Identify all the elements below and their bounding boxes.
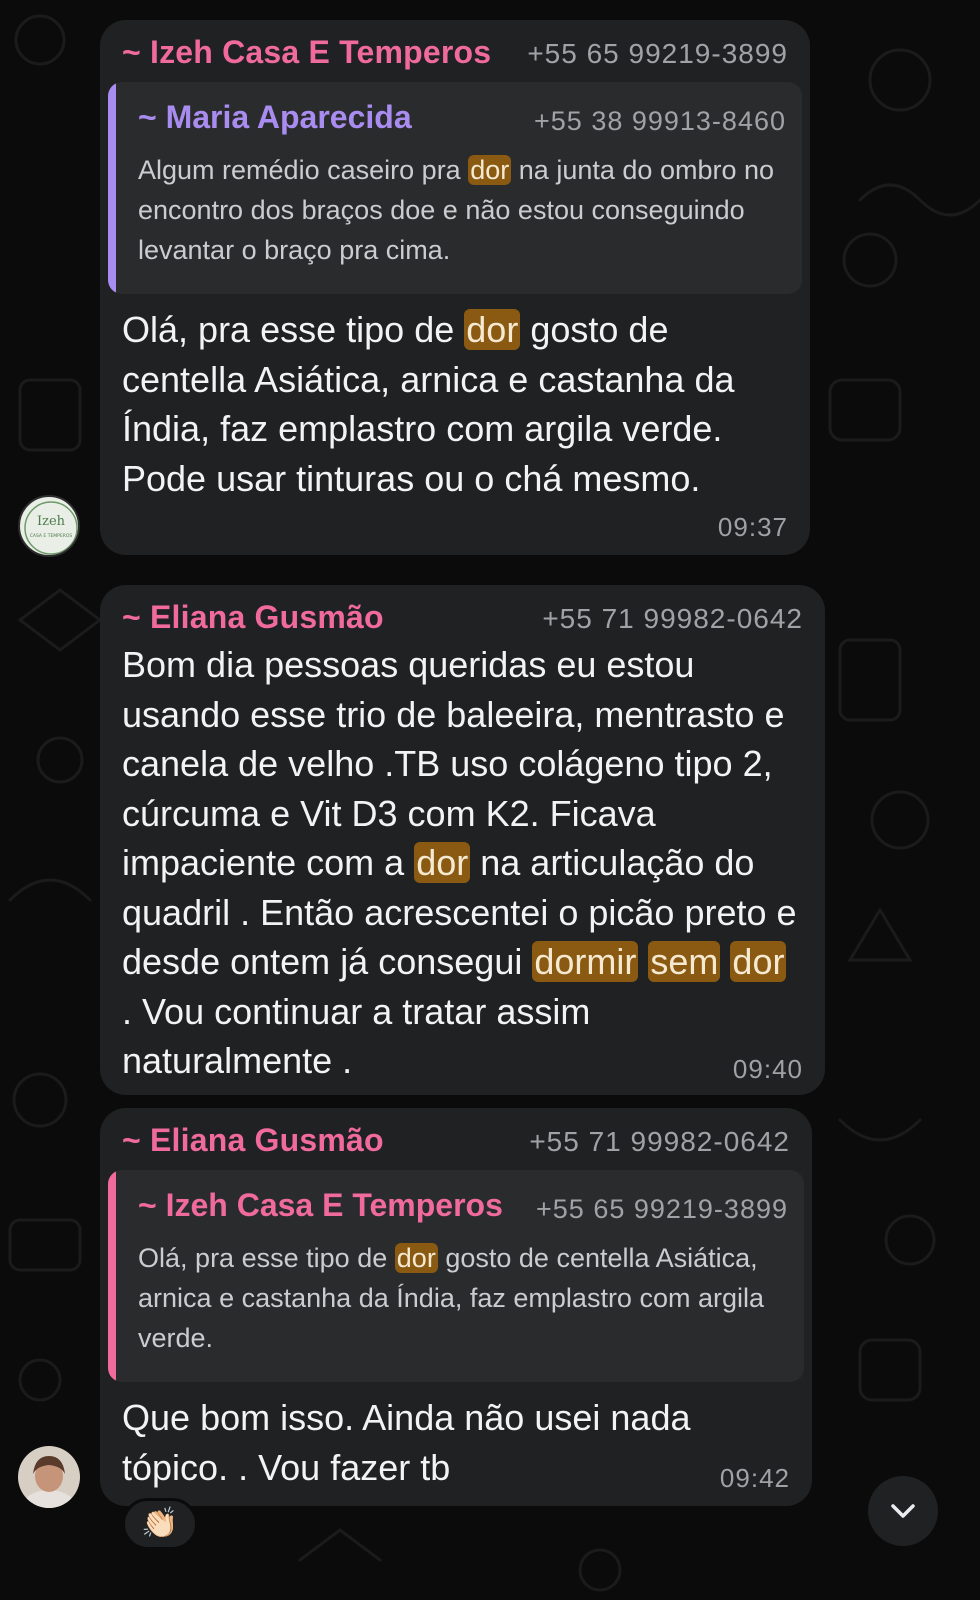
quote-accent-bar — [108, 82, 116, 294]
message-header: ~ Eliana Gusmão +55 71 99982-0642 — [122, 595, 803, 639]
reaction-badge[interactable]: 👏🏻 — [122, 1498, 198, 1550]
user-photo-icon — [18, 1446, 80, 1508]
search-highlight: dor — [414, 842, 471, 883]
scroll-to-bottom-button[interactable] — [868, 1476, 938, 1546]
message-time: 09:40 — [732, 1054, 803, 1084]
message-text: Olá, pra esse tipo de dor gosto de cente… — [122, 309, 735, 499]
message-time: 09:42 — [719, 1463, 790, 1493]
message-header: ~ Izeh Casa E Temperos +55 65 99219-3899 — [122, 30, 788, 74]
quoted-sender-phone: +55 65 99219-3899 — [536, 1194, 788, 1224]
search-highlight: dor — [464, 309, 521, 350]
search-highlight: dor — [730, 941, 787, 982]
chevron-down-icon — [891, 1504, 915, 1518]
svg-text:Izeh: Izeh — [37, 514, 66, 529]
search-highlight: dormir — [532, 941, 639, 982]
clapping-hands-icon: 👏🏻 — [141, 1507, 179, 1540]
message-time: 09:37 — [717, 512, 788, 542]
message-bubble[interactable]: ~ Eliana Gusmão +55 71 99982-0642 Bom di… — [100, 585, 825, 1095]
sender-phone: +55 71 99982-0642 — [542, 603, 803, 634]
quoted-message[interactable]: ~ Maria Aparecida +55 38 99913-8460 Algu… — [108, 82, 802, 294]
search-highlight: dor — [394, 1243, 438, 1273]
sender-name[interactable]: ~ Eliana Gusmão — [122, 1118, 384, 1162]
search-highlight: sem — [648, 941, 721, 982]
quoted-message[interactable]: ~ Izeh Casa E Temperos +55 65 99219-3899… — [108, 1170, 804, 1382]
search-highlight: dor — [468, 155, 512, 185]
quoted-text: Algum remédio caseiro pra dor na junta d… — [138, 155, 775, 265]
sender-name[interactable]: ~ Eliana Gusmão — [122, 595, 384, 639]
message-bubble[interactable]: ~ Eliana Gusmão +55 71 99982-0642 ~ Izeh… — [100, 1108, 812, 1506]
sender-phone: +55 71 99982-0642 — [529, 1126, 790, 1157]
quoted-text: Olá, pra esse tipo de dor gosto de cente… — [138, 1243, 765, 1353]
quoted-sender-name: ~ Maria Aparecida — [138, 99, 412, 135]
avatar[interactable] — [18, 1446, 80, 1508]
avatar[interactable]: Izeh CASA E TEMPEROS — [18, 495, 80, 557]
sender-phone: +55 65 99219-3899 — [527, 38, 788, 69]
quoted-sender-phone: +55 38 99913-8460 — [534, 106, 786, 136]
quoted-sender-name: ~ Izeh Casa E Temperos — [138, 1187, 503, 1223]
message-text: Que bom isso. Ainda não usei nada tópico… — [122, 1397, 691, 1488]
svg-text:CASA E TEMPEROS: CASA E TEMPEROS — [30, 533, 73, 539]
sender-name[interactable]: ~ Izeh Casa E Temperos — [122, 30, 491, 74]
message-text: Bom dia pessoas queridas eu estou usando… — [122, 644, 797, 1081]
message-bubble[interactable]: ~ Izeh Casa E Temperos +55 65 99219-3899… — [100, 20, 810, 555]
message-header: ~ Eliana Gusmão +55 71 99982-0642 — [122, 1118, 790, 1162]
quote-accent-bar — [108, 1170, 116, 1382]
